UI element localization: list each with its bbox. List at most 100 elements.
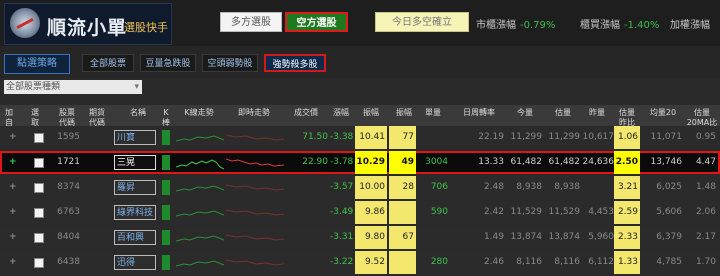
stock-name[interactable]: 百和興	[114, 230, 156, 245]
amplitude2-cell: 28	[389, 176, 416, 199]
today-volume-cell: 8,938	[516, 182, 542, 192]
yest-volume-cell: 5,960	[588, 232, 614, 242]
gtsm-index-change: 櫃買漲幅 -1.40%	[580, 16, 659, 31]
stock-type-select[interactable]: 全部股票種類 ▾	[4, 80, 142, 94]
yest-volume-cell: 10,617	[582, 132, 615, 142]
add-watchlist-icon[interactable]: +	[9, 226, 17, 249]
ma20-cell: 6,025	[656, 182, 682, 192]
stock-name[interactable]: 迅得	[114, 255, 156, 270]
taiex-label: 加權漲幅	[670, 20, 710, 31]
est-ratio-cell: 2.33	[614, 226, 640, 249]
col-unit-vol[interactable]: 單量	[418, 108, 448, 118]
ma20-cell: 11,071	[650, 132, 683, 142]
table-row[interactable]: +8404 百和興 -3.31 9.80 67 1.49 13,874 13,874 5,960…	[0, 226, 720, 249]
app-header: 順流小單 選股快手 多方選股 空方選股 今日多空確立 市櫃漲幅 -0.79% 櫃買…	[0, 0, 720, 46]
est-ratio-cell: 1.33	[614, 251, 640, 274]
live-trend-sparkline	[226, 158, 284, 167]
add-watchlist-icon[interactable]: +	[9, 201, 17, 224]
today-volume-cell: 13,874	[510, 232, 543, 242]
long-selection-button[interactable]: 多方選股	[220, 12, 282, 32]
col-ma20[interactable]: 均量20	[644, 108, 682, 118]
tab-strong-short[interactable]: 強勢殺多股	[264, 54, 326, 72]
est-volume-cell: 8,938	[554, 182, 580, 192]
yest-volume-cell	[580, 176, 614, 199]
change-cell: -3.31	[330, 232, 354, 242]
gtsm-label: 櫃買漲幅	[580, 20, 620, 31]
yest-volume-cell: 4,453	[588, 207, 614, 217]
select-checkbox[interactable]	[34, 208, 44, 218]
col-turnover[interactable]: 日周轉率	[454, 108, 504, 118]
table-row[interactable]: +6763 綠界科技 -3.49 9.86 590 2.42 11,529 11,529 4,4…	[0, 201, 720, 224]
col-select[interactable]: 選取	[28, 108, 42, 128]
stock-name[interactable]: 羅昇	[114, 180, 156, 195]
change-cell: -3.22	[330, 257, 354, 267]
col-est-vol[interactable]: 估量	[546, 108, 580, 118]
ma20-cell: 13,746	[650, 157, 683, 167]
col-today-vol[interactable]: 今量	[508, 108, 542, 118]
amplitude2-cell	[389, 251, 416, 274]
chevron-down-icon: ▾	[134, 82, 139, 92]
col-kbar[interactable]: K棒	[161, 108, 171, 128]
col-change[interactable]: 漲幅	[330, 108, 352, 118]
k-bar-icon	[162, 255, 170, 270]
amplitude2-cell: 49	[389, 151, 416, 174]
table-row[interactable]: +6438 迅得 -3.22 9.52 280 2.46 8,116 8,116 6,112 1.…	[0, 251, 720, 274]
strategy-button[interactable]: 點選策略	[4, 54, 70, 74]
add-watchlist-icon[interactable]: +	[9, 126, 17, 149]
table-row[interactable]: +1721 三晃 22.90 -3.78 10.29 49 3004 13.33 61,482 6…	[0, 151, 720, 174]
yest-volume-cell: 24,636	[582, 157, 615, 167]
change-cell: -3.38	[330, 132, 354, 142]
col-futures[interactable]: 期貨 代碼	[86, 108, 108, 128]
col-name[interactable]: 名稱	[118, 108, 158, 118]
add-watchlist-icon[interactable]: +	[9, 176, 17, 199]
live-trend-sparkline	[226, 134, 284, 141]
ma-ratio-cell: 4.47	[695, 157, 716, 167]
col-price[interactable]: 成交價	[284, 108, 328, 118]
k-trend-sparkline	[176, 159, 224, 170]
tab-volume-drop[interactable]: 豆量急跌股	[140, 54, 196, 72]
col-k-trend[interactable]: K線走勢	[176, 108, 222, 118]
today-trend-button[interactable]: 今日多空確立	[375, 12, 469, 32]
price-cell	[284, 201, 328, 224]
col-est-ratio[interactable]: 估量 昨比	[614, 108, 640, 128]
price-cell	[284, 226, 328, 249]
stock-name[interactable]: 三晃	[114, 155, 156, 170]
col-yest-vol[interactable]: 昨量	[580, 108, 614, 118]
col-amplitude2[interactable]: 振幅	[392, 108, 416, 118]
col-ma-ratio[interactable]: 估量 20MA比	[686, 108, 718, 128]
amplitude-cell: 9.80	[355, 226, 387, 249]
stock-name[interactable]: 綠界科技	[114, 205, 156, 220]
amplitude-cell: 10.00	[355, 176, 387, 199]
select-checkbox[interactable]	[34, 258, 44, 268]
stock-code: 8404	[57, 232, 80, 242]
amplitude-cell: 10.41	[355, 126, 387, 149]
unit-volume-cell: 3004	[425, 157, 448, 167]
select-checkbox[interactable]	[34, 133, 44, 143]
k-trend-sparkline	[176, 135, 224, 142]
table-row[interactable]: +1595 川寶 71.50 -3.38 10.41 77 22.19 11,299 11,29…	[0, 126, 720, 149]
otc-value: -0.79%	[520, 20, 556, 31]
taiex-index-change: 加權漲幅	[670, 16, 710, 31]
est-volume-cell: 11,299	[548, 132, 581, 142]
tab-bear-weak[interactable]: 空頭弱勢股	[202, 54, 258, 72]
stock-code: 1595	[57, 132, 80, 142]
add-watchlist-icon[interactable]: +	[9, 151, 17, 174]
select-checkbox[interactable]	[34, 183, 44, 193]
table-row[interactable]: +8374 羅昇 -3.57 10.00 28 706 2.48 8,938 8,938 3.21…	[0, 176, 720, 199]
ma20-cell: 4,785	[656, 257, 682, 267]
stock-code: 8374	[57, 182, 80, 192]
tab-all-stocks[interactable]: 全部股票	[82, 54, 134, 72]
change-cell: -3.57	[330, 182, 354, 192]
ma-ratio-cell: 1.70	[695, 257, 716, 267]
select-checkbox[interactable]	[34, 233, 44, 243]
col-code[interactable]: 股票 代碼	[56, 108, 78, 128]
add-watchlist-icon[interactable]: +	[9, 251, 17, 274]
change-cell: -3.49	[330, 207, 354, 217]
est-ratio-cell: 3.21	[614, 176, 640, 199]
stock-name[interactable]: 川寶	[114, 130, 156, 145]
turnover-cell: 2.48	[483, 182, 504, 192]
short-selection-button[interactable]: 空方選股	[285, 12, 348, 32]
col-live-trend[interactable]: 即時走勢	[226, 108, 282, 118]
select-checkbox[interactable]	[34, 158, 44, 168]
col-amplitude[interactable]: 振幅	[357, 108, 385, 118]
